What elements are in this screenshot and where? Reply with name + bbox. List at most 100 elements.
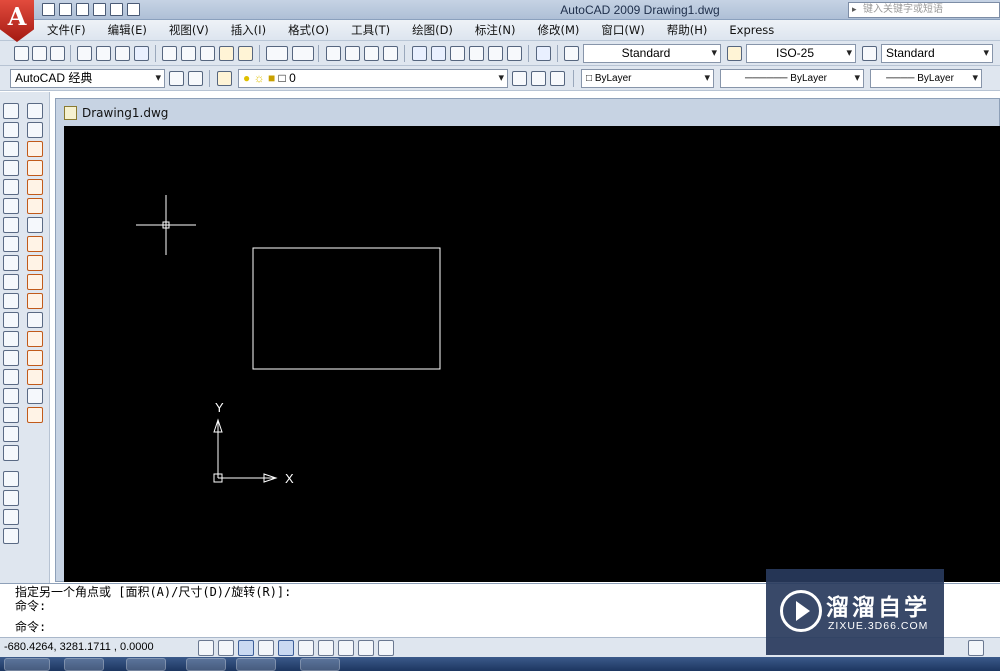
drawn-rectangle[interactable]: [252, 247, 441, 370]
new-file-icon[interactable]: [42, 3, 55, 16]
make-block-icon[interactable]: [3, 331, 19, 347]
paste-icon[interactable]: [200, 46, 215, 61]
menu-help[interactable]: 帮助(H): [656, 22, 719, 38]
save-icon[interactable]: [50, 46, 65, 61]
make-current-icon[interactable]: [512, 71, 527, 86]
linetype-select[interactable]: ────── ByLayer: [720, 69, 864, 88]
snap-intersection-icon[interactable]: [27, 179, 43, 195]
command-input[interactable]: [62, 621, 242, 635]
snap-mode-icon[interactable]: [198, 640, 214, 656]
undo-dropdown-icon[interactable]: [266, 46, 288, 61]
dim-linear-icon[interactable]: [3, 471, 19, 487]
dim-style-select[interactable]: ISO-25: [746, 44, 856, 63]
snap-tangent-icon[interactable]: [27, 274, 43, 290]
menu-modify[interactable]: 修改(M): [527, 22, 591, 38]
model-space-canvas[interactable]: Y X: [64, 126, 1000, 582]
menu-insert[interactable]: 插入(I): [220, 22, 277, 38]
menu-tools[interactable]: 工具(T): [340, 22, 401, 38]
polar-tracking-icon[interactable]: [258, 640, 274, 656]
object-snap-tracking-icon[interactable]: [298, 640, 314, 656]
lineweight-select[interactable]: ──── ByLayer: [870, 69, 982, 88]
copy-icon[interactable]: [181, 46, 196, 61]
region-icon[interactable]: [3, 407, 19, 423]
ellipse-icon[interactable]: [3, 274, 19, 290]
dim-style-icon[interactable]: [727, 46, 742, 61]
plot-icon[interactable]: [77, 46, 92, 61]
menu-edit[interactable]: 编辑(E): [97, 22, 158, 38]
taskbar-autocad-icon[interactable]: [186, 658, 226, 671]
zoom-realtime-icon[interactable]: [345, 46, 360, 61]
properties-icon[interactable]: [412, 46, 427, 61]
dim-arc-icon[interactable]: [3, 509, 19, 525]
multiline-text-icon[interactable]: [3, 445, 19, 461]
layer-manager-icon[interactable]: [217, 71, 232, 86]
insert-block-icon[interactable]: [3, 312, 19, 328]
taskbar-explorer-icon[interactable]: [64, 658, 104, 671]
polygon-icon[interactable]: [3, 160, 19, 176]
layer-select[interactable]: ● ☼ ■ □ 0: [238, 69, 508, 88]
osnap-settings-icon[interactable]: [27, 407, 43, 423]
design-center-icon[interactable]: [431, 46, 446, 61]
snap-apparent-icon[interactable]: [27, 198, 43, 214]
snap-midpoint-icon[interactable]: [27, 160, 43, 176]
object-snap-icon[interactable]: [278, 640, 294, 656]
table-style-icon[interactable]: [862, 46, 877, 61]
zoom-window-icon[interactable]: [364, 46, 379, 61]
snap-endpoint-icon[interactable]: [27, 141, 43, 157]
menu-window[interactable]: 窗口(W): [590, 22, 655, 38]
gradient-icon[interactable]: [3, 388, 19, 404]
dynamic-input-icon[interactable]: [338, 640, 354, 656]
publish-icon[interactable]: [115, 46, 130, 61]
3d-dwf-icon[interactable]: [134, 46, 149, 61]
taskbar-browser-icon[interactable]: [126, 658, 166, 671]
help-search-input[interactable]: 键入关键字或短语: [848, 2, 1000, 18]
workspace-select[interactable]: AutoCAD 经典: [10, 69, 165, 88]
polyline-icon[interactable]: [3, 141, 19, 157]
sheet-set-icon[interactable]: [469, 46, 484, 61]
color-select[interactable]: □ ByLayer: [581, 69, 714, 88]
tool-palettes-icon[interactable]: [450, 46, 465, 61]
circle-icon[interactable]: [3, 217, 19, 233]
quickcalc-icon[interactable]: [507, 46, 522, 61]
snap-nearest-icon[interactable]: [27, 369, 43, 385]
rectangle-icon[interactable]: [3, 179, 19, 195]
cut-icon[interactable]: [162, 46, 177, 61]
table-icon[interactable]: [3, 426, 19, 442]
snap-perpendicular-icon[interactable]: [27, 293, 43, 309]
construction-line-icon[interactable]: [3, 122, 19, 138]
taskbar-word-icon[interactable]: [300, 658, 340, 671]
from-icon[interactable]: [27, 122, 43, 138]
snap-quadrant-icon[interactable]: [27, 255, 43, 271]
dim-ordinate-icon[interactable]: [3, 528, 19, 544]
drawing-tab[interactable]: Drawing1.dwg: [60, 102, 174, 124]
pan-icon[interactable]: [326, 46, 341, 61]
save-icon[interactable]: [76, 3, 89, 16]
layer-previous-icon[interactable]: [531, 71, 546, 86]
print-icon[interactable]: [93, 3, 106, 16]
menu-dimension[interactable]: 标注(N): [464, 22, 527, 38]
snap-insert-icon[interactable]: [27, 331, 43, 347]
ortho-mode-icon[interactable]: [238, 640, 254, 656]
menu-view[interactable]: 视图(V): [158, 22, 220, 38]
open-icon[interactable]: [32, 46, 47, 61]
dynamic-ucs-icon[interactable]: [318, 640, 334, 656]
arc-icon[interactable]: [3, 198, 19, 214]
hatch-icon[interactable]: [3, 369, 19, 385]
block-editor-icon[interactable]: [238, 46, 253, 61]
line-icon[interactable]: [3, 103, 19, 119]
quick-properties-icon[interactable]: [378, 640, 394, 656]
zoom-previous-icon[interactable]: [383, 46, 398, 61]
plot-preview-icon[interactable]: [96, 46, 111, 61]
snap-none-icon[interactable]: [27, 388, 43, 404]
open-file-icon[interactable]: [59, 3, 72, 16]
point-icon[interactable]: [3, 350, 19, 366]
snap-node-icon[interactable]: [27, 350, 43, 366]
menu-file[interactable]: 文件(F): [36, 22, 97, 38]
menu-draw[interactable]: 绘图(D): [401, 22, 464, 38]
match-properties-icon[interactable]: [219, 46, 234, 61]
workspace-save-icon[interactable]: [188, 71, 203, 86]
revision-cloud-icon[interactable]: [3, 236, 19, 252]
table-style-select[interactable]: Standard: [881, 44, 993, 63]
text-style-select[interactable]: Standard: [583, 44, 721, 63]
taskbar-window-icon[interactable]: [236, 658, 276, 671]
